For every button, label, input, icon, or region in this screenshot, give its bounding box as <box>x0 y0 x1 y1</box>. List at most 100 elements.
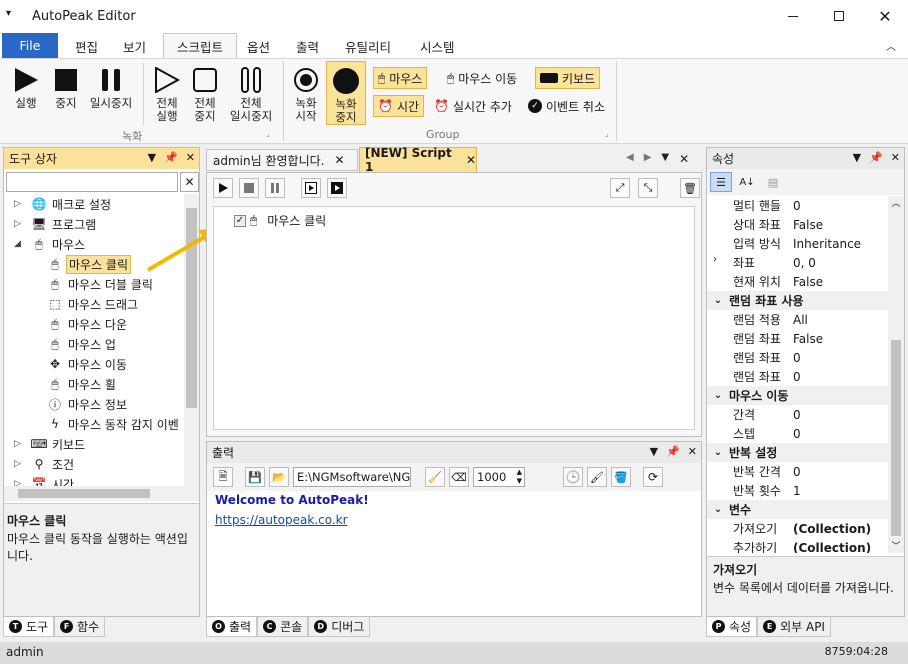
run-button[interactable]: 실행 <box>10 63 42 110</box>
dialog-launcher-icon[interactable]: ⌟ <box>266 129 270 138</box>
tree-item[interactable]: 🖱 마우스 업 <box>4 334 184 354</box>
tree-item[interactable]: 🖱 마우스 휠 <box>4 374 184 394</box>
property-row[interactable]: 랜덤 좌표 False <box>707 329 888 348</box>
tree-item[interactable]: ϟ 마우스 동작 감지 이벤 <box>4 414 184 434</box>
property-row[interactable]: 랜덤 적용 All <box>707 310 888 329</box>
tab-tools[interactable]: T 도구 <box>3 617 55 637</box>
tree-item[interactable]: ▷ ⚲ 조건 <box>4 454 184 474</box>
script-stop-button[interactable] <box>239 178 259 198</box>
dropdown-icon[interactable]: ▼ <box>650 445 658 458</box>
tab-functions[interactable]: F 함수 <box>54 617 106 637</box>
toolbox-search-input[interactable] <box>6 172 178 192</box>
script-run-from-button[interactable] <box>327 178 347 198</box>
time-toggle[interactable]: ⏰ 시간 <box>373 95 425 117</box>
property-value[interactable]: False <box>791 218 888 232</box>
property-value[interactable]: 0 <box>791 370 888 384</box>
chevron-up-icon[interactable]: ︿ <box>888 196 904 210</box>
tree-item[interactable]: ⓘ 마우스 정보 <box>4 394 184 414</box>
chevron-right-icon[interactable]: ▶ <box>644 152 652 166</box>
interval-stepper[interactable]: 1000 ▲ ▼ <box>473 467 525 487</box>
chevron-down-icon[interactable]: ⌄ <box>707 390 729 401</box>
timer-button[interactable]: 🕒 <box>563 467 583 487</box>
chevron-down-icon[interactable]: ⌄ <box>707 504 729 515</box>
file-menu[interactable]: File <box>2 33 58 58</box>
checkbox[interactable]: ✓ <box>234 214 246 227</box>
tab-debug[interactable]: D 디버그 <box>308 617 371 637</box>
close-icon[interactable]: ✕ <box>891 151 900 164</box>
window-menu-icon[interactable]: ▾ <box>6 8 11 19</box>
clean-button[interactable]: 🧹 <box>425 467 445 487</box>
dropdown-icon[interactable]: ▼ <box>148 151 156 164</box>
stop-all-button[interactable]: 전체 중지 <box>188 63 222 123</box>
chevron-left-icon[interactable]: ◀ <box>626 152 634 166</box>
pin-icon[interactable]: 📌 <box>869 151 883 164</box>
property-category[interactable]: ⌄ 변수 <box>707 500 888 519</box>
property-row[interactable]: › 좌표 0, 0 <box>707 253 888 272</box>
menu-options[interactable]: 옵션 <box>234 34 283 58</box>
tree-item[interactable]: ⬚ 마우스 드래그 <box>4 294 184 314</box>
new-log-button[interactable]: 🗎 <box>213 467 233 487</box>
property-scrollbar[interactable]: ︿ ﹀ <box>888 196 904 553</box>
property-row[interactable]: 랜덤 좌표 0 <box>707 367 888 386</box>
menu-utility[interactable]: 유틸리티 <box>332 34 404 58</box>
property-value[interactable]: False <box>791 332 888 346</box>
chevron-right-icon[interactable]: ▷ <box>14 439 28 449</box>
property-row[interactable]: 랜덤 좌표 0 <box>707 348 888 367</box>
tab-welcome[interactable]: admin님 환영합니다. ✕ <box>206 149 358 171</box>
property-value[interactable]: 0, 0 <box>791 256 888 270</box>
property-value[interactable]: (Collection) <box>791 541 888 554</box>
tab-output[interactable]: O 출력 <box>206 617 258 637</box>
property-row[interactable]: 반복 간격 0 <box>707 462 888 481</box>
delete-button[interactable]: 🗑 <box>680 178 700 198</box>
chevron-right-icon[interactable]: ▷ <box>14 479 28 486</box>
property-value[interactable]: 0 <box>791 351 888 365</box>
tree-item[interactable]: 🖱 마우스 다운 <box>4 314 184 334</box>
dropdown-icon[interactable]: ▼ <box>853 151 861 164</box>
scroll-thumb[interactable] <box>18 489 150 498</box>
property-value[interactable]: All <box>791 313 888 327</box>
tree-item[interactable]: ✥ 마우스 이동 <box>4 354 184 374</box>
script-pause-button[interactable] <box>265 178 285 198</box>
close-icon[interactable]: ✕ <box>466 153 476 167</box>
record-stop-button[interactable]: 녹화 중지 <box>326 61 366 125</box>
chevron-right-icon[interactable]: ▷ <box>14 199 28 209</box>
stop-button[interactable]: 중지 <box>50 63 82 110</box>
menu-view[interactable]: 보기 <box>110 34 159 58</box>
close-icon[interactable]: ✕ <box>186 151 195 164</box>
open-folder-button[interactable]: 📂 <box>269 467 289 487</box>
tree-item[interactable]: ▷ 🌐 매크로 설정 <box>4 194 184 214</box>
scroll-thumb[interactable] <box>891 340 901 536</box>
property-pages-button[interactable]: ▤ <box>762 172 784 192</box>
realtime-add-toggle[interactable]: ⏰ 실시간 추가 <box>430 95 516 117</box>
save-log-button[interactable]: 💾 <box>245 467 265 487</box>
event-cancel-toggle[interactable]: ✓ 이벤트 취소 <box>524 95 609 117</box>
property-category[interactable]: ⌄ 마우스 이동 <box>707 386 888 405</box>
script-run-button[interactable] <box>213 178 233 198</box>
collapse-button[interactable]: ⤡ <box>638 178 658 198</box>
menu-script[interactable]: 스크립트 <box>163 33 238 58</box>
tree-item[interactable]: ▷ ⌨ 키보드 <box>4 434 184 454</box>
property-value[interactable]: 0 <box>791 427 888 441</box>
chevron-down-icon[interactable]: ﹀ <box>888 539 904 553</box>
property-row[interactable]: 반복 횟수 1 <box>707 481 888 500</box>
expand-button[interactable]: ⤢ <box>610 178 630 198</box>
eraser-button[interactable]: ⌫ <box>449 467 469 487</box>
mouse-move-toggle[interactable]: 🖱 마우스 이동 <box>443 67 521 89</box>
pause-all-button[interactable]: 전체 일시중지 <box>226 63 276 123</box>
script-item[interactable]: ✓ 🖱 마우스 클릭 <box>234 212 326 229</box>
menu-edit[interactable]: 편집 <box>62 34 111 58</box>
property-category[interactable]: ⌄ 랜덤 좌표 사용 <box>707 291 888 310</box>
menu-output[interactable]: 출력 <box>283 34 332 58</box>
minimize-button[interactable] <box>770 0 816 32</box>
property-value[interactable]: False <box>791 275 888 289</box>
clear-search-button[interactable]: ✕ <box>180 172 199 192</box>
collapse-ribbon-icon[interactable]: ︿ <box>886 38 896 53</box>
property-row[interactable]: 가져오기 (Collection) <box>707 519 888 538</box>
chevron-right-icon[interactable]: › <box>713 254 717 265</box>
chevron-down-icon[interactable]: ⌄ <box>707 447 729 458</box>
pin-icon[interactable]: 📌 <box>164 151 178 164</box>
website-link[interactable]: https://autopeak.co.kr <box>215 513 348 527</box>
property-row[interactable]: 입력 방식 Inheritance <box>707 234 888 253</box>
property-row[interactable]: 멀티 핸들 0 <box>707 196 888 215</box>
chevron-right-icon[interactable]: ▷ <box>14 219 28 229</box>
